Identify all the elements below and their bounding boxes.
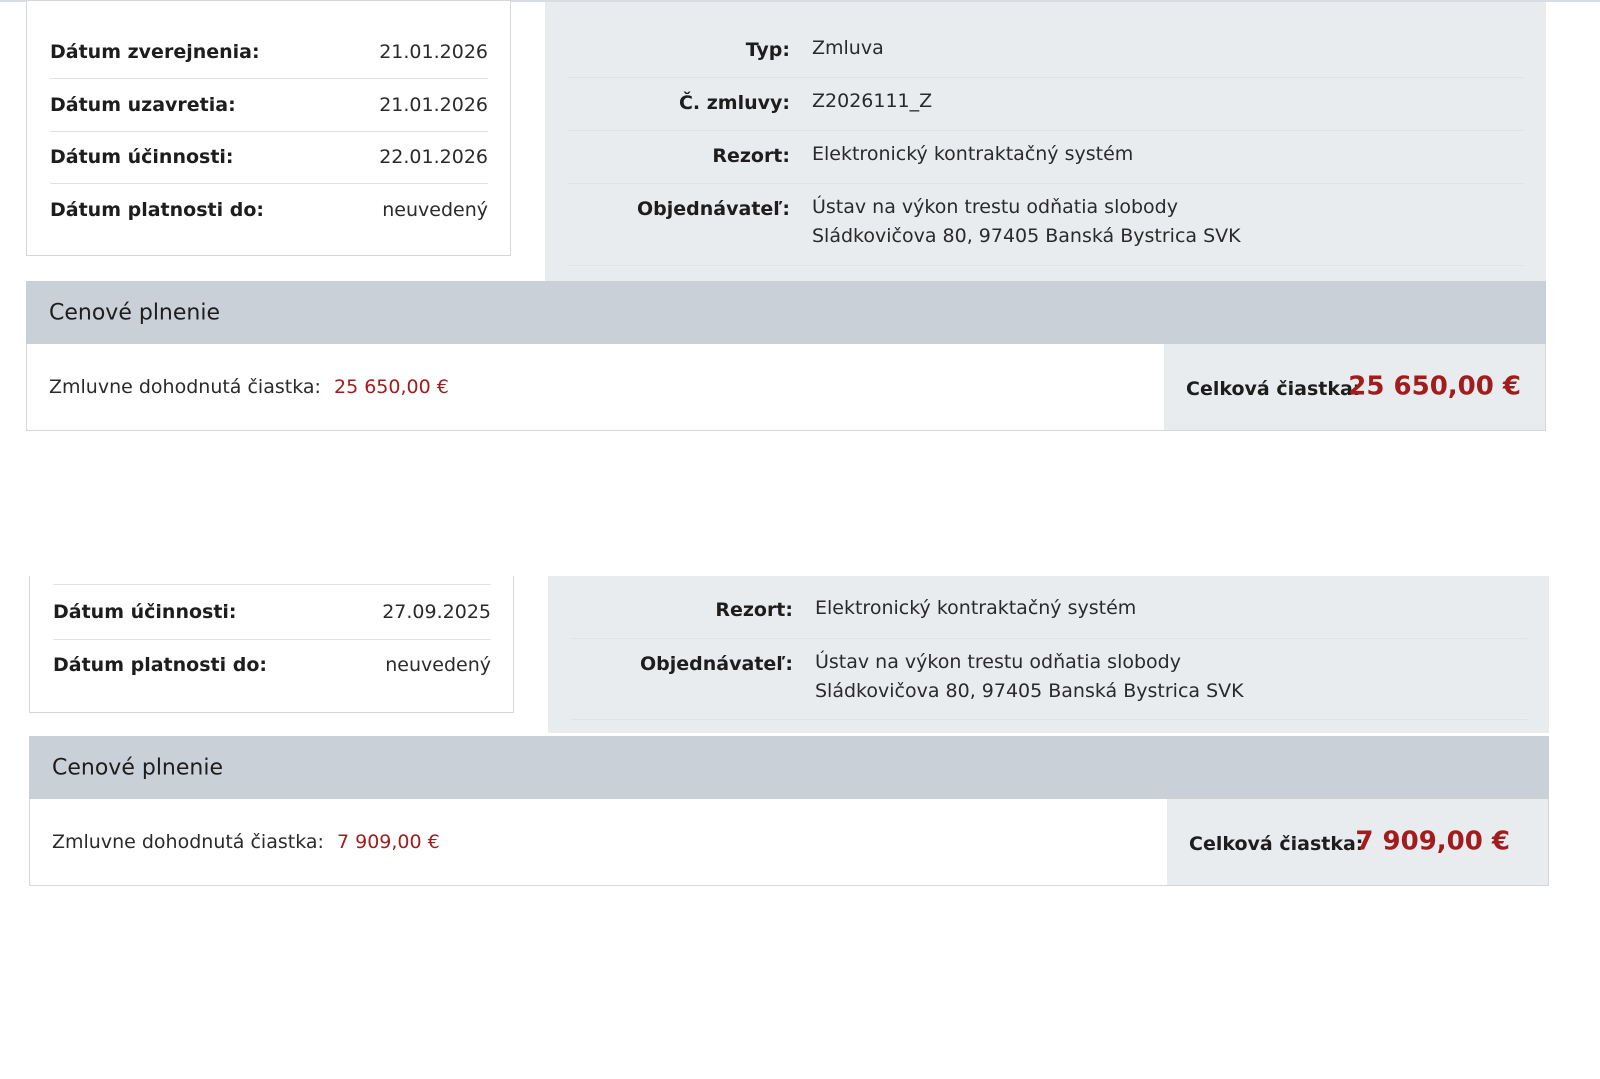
date-label: Dátum uzavretia: [50,93,236,116]
record1-info-type: Typ: Zmluva [568,24,1524,78]
record2-dates-panel: Dátum účinnosti: 27.09.2025 Dátum platno… [29,576,514,713]
record1-date-row-valid-until: Dátum platnosti do: neuvedený [50,183,488,236]
customer-name: Ústav na výkon trestu odňatia slobody [812,196,1178,218]
date-value: 21.01.2026 [379,93,488,116]
record1-date-row-published: Dátum zverejnenia: 21.01.2026 [50,25,488,79]
record2-info-customer: Objednávateľ: Ústav na výkon trestu odňa… [571,638,1527,720]
info-value: Z2026111_Z [812,90,933,112]
total-amount-value: 25 650,00 € [1348,371,1521,402]
info-label: Objednávateľ: [637,198,790,220]
info-label: Č. zmluvy: [678,92,790,114]
record1-date-row-effective: Dátum účinnosti: 22.01.2026 [50,130,488,184]
price-section-title: Cenové plnenie [49,300,220,325]
customer-name: Ústav na výkon trestu odňatia slobody [815,651,1181,673]
info-label: Objednávateľ: [640,653,793,675]
record1-dates-panel: Dátum zverejnenia: 21.01.2026 Dátum uzav… [26,0,511,256]
record1-price-header: Cenové plnenie [26,281,1546,344]
record2-price-body: Zmluvne dohodnutá čiastka: 7 909,00 € Ce… [29,799,1549,886]
record2-date-row-valid-until: Dátum platnosti do: neuvedený [53,638,491,691]
total-amount-label: Celková čiastka: [1186,377,1361,400]
total-amount-box: Celková čiastka: 25 650,00 € [1164,344,1545,430]
customer-street: Sládkovičova 80, 97405 Banská Bystrica S… [812,225,1241,247]
date-label: Dátum účinnosti: [50,145,234,168]
total-amount-label: Celková čiastka: [1189,832,1364,855]
info-value: Zmluva [812,37,884,59]
date-label: Dátum platnosti do: [50,198,264,221]
total-amount-box: Celková čiastka: 7 909,00 € [1167,799,1548,885]
contract-amount-label: Zmluvne dohodnutá čiastka: [49,376,321,398]
date-value: neuvedený [382,198,488,221]
customer-address: Ústav na výkon trestu odňatia slobody Sl… [812,193,1241,251]
date-label: Dátum platnosti do: [53,653,267,676]
contract-amount-value: 25 650,00 € [334,376,449,398]
date-value: 22.01.2026 [379,145,488,168]
record1-info-department: Rezort: Elektronický kontraktačný systém [568,130,1524,184]
info-value: Elektronický kontraktačný systém [815,597,1137,619]
date-value: neuvedený [385,653,491,676]
price-section-title: Cenové plnenie [52,755,223,780]
date-value: 21.01.2026 [379,40,488,63]
customer-address: Ústav na výkon trestu odňatia slobody Sl… [815,648,1244,706]
total-amount-value: 7 909,00 € [1355,826,1510,857]
info-label: Rezort: [715,599,793,621]
record2-date-row-effective: Dátum účinnosti: 27.09.2025 [53,584,491,640]
record2-price-header: Cenové plnenie [29,736,1549,799]
contract-amount-label: Zmluvne dohodnutá čiastka: [52,831,324,853]
customer-street: Sládkovičova 80, 97405 Banská Bystrica S… [815,680,1244,702]
info-label: Rezort: [712,145,790,167]
record1-info-contract-number: Č. zmluvy: Z2026111_Z [568,77,1524,131]
record1-date-row-concluded: Dátum uzavretia: 21.01.2026 [50,78,488,132]
date-label: Dátum zverejnenia: [50,40,260,63]
record1-info-panel: Typ: Zmluva Č. zmluvy: Z2026111_Z Rezort… [545,2,1546,281]
record1-price-body: Zmluvne dohodnutá čiastka: 25 650,00 € C… [26,344,1546,431]
date-value: 27.09.2025 [382,601,491,623]
info-label: Typ: [745,39,790,61]
record2-info-department: Rezort: Elektronický kontraktačný systém [571,584,1527,639]
date-label: Dátum účinnosti: [53,601,237,623]
record1-info-customer: Objednávateľ: Ústav na výkon trestu odňa… [568,183,1524,266]
record2-info-panel: Rezort: Elektronický kontraktačný systém… [548,576,1549,733]
contract-amount-value: 7 909,00 € [337,831,440,853]
info-value: Elektronický kontraktačný systém [812,143,1134,165]
